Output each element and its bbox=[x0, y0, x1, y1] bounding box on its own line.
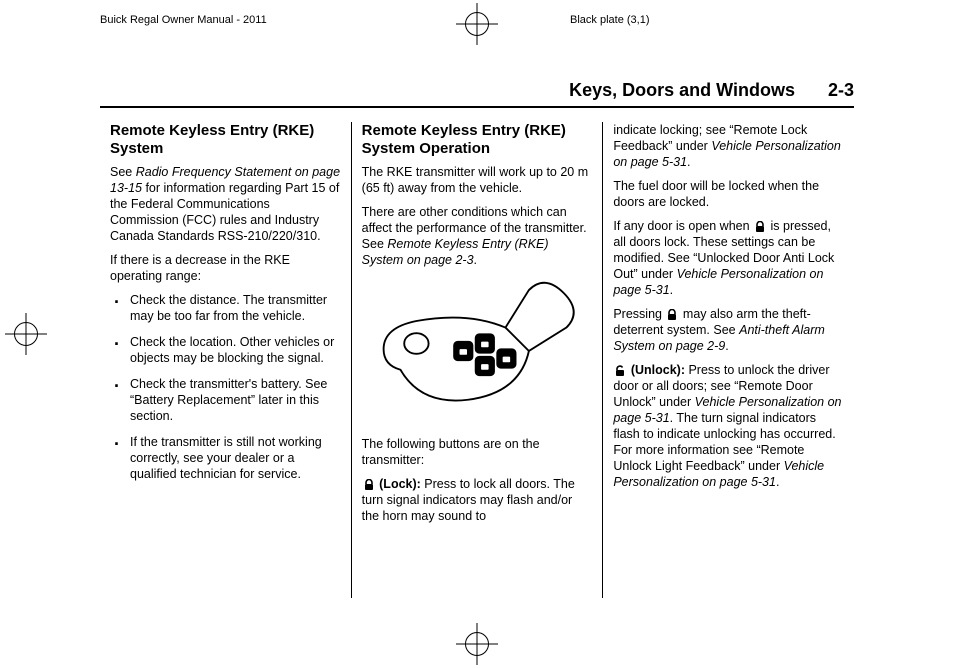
list-item: Check the transmitter's battery. See “Ba… bbox=[114, 376, 341, 424]
lock-closed-icon bbox=[363, 479, 375, 491]
text: . bbox=[474, 253, 477, 267]
text: . bbox=[776, 475, 779, 489]
para: (Unlock): Press to unlock the driver doo… bbox=[613, 362, 844, 490]
text: for information regarding Part 15 of the… bbox=[110, 181, 339, 243]
text: Pressing bbox=[613, 307, 665, 321]
para: The following buttons are on the transmi… bbox=[362, 436, 593, 468]
label-lock: (Lock): bbox=[376, 477, 421, 491]
registration-mark-bottom-icon bbox=[465, 632, 489, 656]
registration-mark-top-icon bbox=[465, 12, 489, 36]
para: The RKE transmitter will work up to 20 m… bbox=[362, 164, 593, 196]
xref: Remote Keyless Entry (RKE) System on pag… bbox=[362, 237, 549, 267]
para: There are other conditions which can aff… bbox=[362, 204, 593, 268]
text: . bbox=[687, 155, 690, 169]
key-fob-figure bbox=[362, 276, 593, 426]
heading-rke-system: Remote Keyless Entry (RKE) System bbox=[110, 122, 341, 158]
list-item: Check the location. Other vehicles or ob… bbox=[114, 334, 341, 366]
para: See Radio Frequency Statement on page 13… bbox=[110, 164, 341, 244]
para: Pressing may also arm the theft-deterren… bbox=[613, 306, 844, 354]
running-header: Keys, Doors and Windows 2-3 bbox=[569, 80, 854, 101]
para: If any door is open when is pressed, all… bbox=[613, 218, 844, 298]
text: See bbox=[110, 165, 136, 179]
plate-info: Black plate (3,1) bbox=[570, 14, 649, 26]
lock-closed-icon bbox=[754, 221, 766, 233]
lock-closed-icon bbox=[666, 309, 678, 321]
text: If any door is open when bbox=[613, 219, 753, 233]
heading-rke-operation: Remote Keyless Entry (RKE) System Operat… bbox=[362, 122, 593, 158]
para: (Lock): Press to lock all doors. The tur… bbox=[362, 476, 593, 524]
para: The fuel door will be locked when the do… bbox=[613, 178, 844, 210]
header-rule bbox=[100, 106, 854, 108]
column-3: indicate locking; see “Remote Lock Feedb… bbox=[602, 122, 854, 598]
section-title: Keys, Doors and Windows bbox=[569, 80, 795, 100]
bullet-list: Check the distance. The transmitter may … bbox=[110, 292, 341, 482]
column-2: Remote Keyless Entry (RKE) System Operat… bbox=[351, 122, 603, 598]
text: . bbox=[670, 283, 673, 297]
para: indicate locking; see “Remote Lock Feedb… bbox=[613, 122, 844, 170]
text: . bbox=[725, 339, 728, 353]
content-columns: Remote Keyless Entry (RKE) System See Ra… bbox=[100, 122, 854, 598]
registration-mark-left-icon bbox=[14, 322, 38, 346]
para: If there is a decrease in the RKE operat… bbox=[110, 252, 341, 284]
column-1: Remote Keyless Entry (RKE) System See Ra… bbox=[100, 122, 351, 598]
manual-title: Buick Regal Owner Manual - 2011 bbox=[100, 14, 267, 26]
page-number: 2-3 bbox=[828, 80, 854, 100]
lock-open-icon bbox=[614, 365, 626, 377]
list-item: If the transmitter is still not working … bbox=[114, 434, 341, 482]
page: Buick Regal Owner Manual - 2011 Black pl… bbox=[0, 0, 954, 668]
label-unlock: (Unlock): bbox=[627, 363, 685, 377]
list-item: Check the distance. The transmitter may … bbox=[114, 292, 341, 324]
